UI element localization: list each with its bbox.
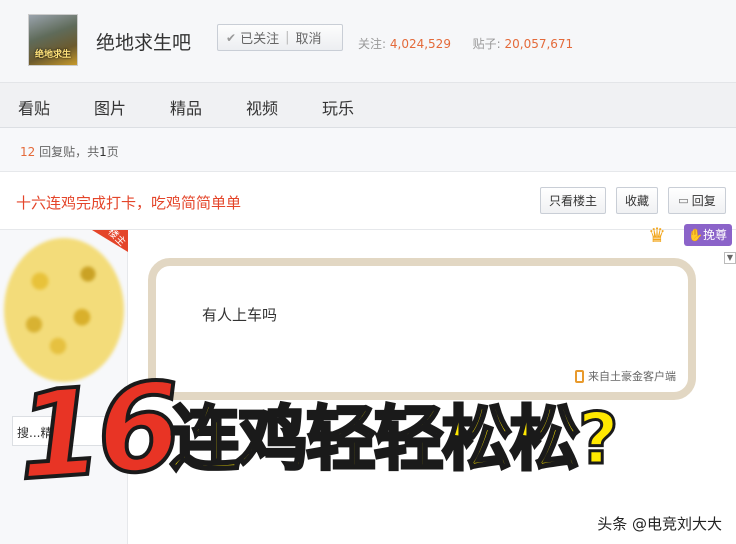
- reply-button[interactable]: ▭ 回复: [668, 187, 726, 214]
- page-count: 1: [99, 145, 107, 159]
- chevron-down-icon[interactable]: ▼: [724, 252, 736, 264]
- forum-logo-text: 绝地求生: [34, 50, 71, 61]
- follow-button[interactable]: ✔ 已关注 | 取消: [217, 24, 343, 51]
- tab-videos[interactable]: 视频: [246, 95, 278, 119]
- thread-title: 十六连鸡完成打卡，吃鸡简简单单: [16, 194, 242, 212]
- tab-fun[interactable]: 玩乐: [322, 95, 354, 119]
- vip-tag-label: 挽尊: [702, 228, 727, 242]
- fan-badge[interactable]: ♛ ✋挽尊: [648, 222, 734, 248]
- reply-button-label: 回复: [691, 194, 716, 208]
- reply-count-bar: 12 回复贴，共1页: [0, 128, 736, 172]
- thread-title-row: 十六连鸡完成打卡，吃鸡简简单单 只看楼主 收藏 ▭ 回复: [0, 172, 736, 230]
- followers-label: 关注:: [358, 37, 387, 51]
- forum-nav: 看贴 图片 精品 视频 玩乐: [0, 82, 736, 128]
- forum-header: 绝地求生 绝地求生吧 ✔ 已关注 | 取消 关注: 4,024,529 贴子: …: [0, 0, 736, 82]
- forum-name[interactable]: 绝地求生吧: [96, 28, 191, 55]
- posts-label: 贴子:: [472, 37, 501, 51]
- tab-posts[interactable]: 看贴: [18, 95, 50, 119]
- followed-label: 已关注: [240, 32, 280, 47]
- forum-stats: 关注: 4,024,529 贴子: 20,057,671: [358, 35, 573, 52]
- hand-icon: ✋: [688, 228, 703, 242]
- forum-logo[interactable]: 绝地求生: [28, 14, 78, 66]
- reply-icon: ▭: [678, 194, 689, 207]
- only-op-button[interactable]: 只看楼主: [540, 187, 606, 214]
- tab-featured[interactable]: 精品: [170, 95, 202, 119]
- page-suffix: 页: [106, 145, 119, 159]
- tab-images[interactable]: 图片: [94, 95, 126, 119]
- client-tag[interactable]: 来自土豪金客户端: [575, 368, 676, 384]
- client-tag-label: 来自土豪金客户端: [588, 370, 676, 383]
- favorite-button[interactable]: 收藏: [616, 187, 658, 214]
- user-info-box[interactable]: 搜...精: [12, 416, 110, 446]
- avatar[interactable]: [4, 238, 124, 382]
- op-badge: 楼主: [92, 230, 128, 252]
- followers-count: 4,024,529: [389, 37, 451, 51]
- user-column: 楼主 搜...精: [0, 230, 128, 544]
- watermark: 头条 @电竞刘大大: [597, 515, 722, 533]
- follow-separator: |: [285, 30, 290, 45]
- reply-count-text: 回复贴，共: [39, 145, 100, 159]
- vip-tag: ✋挽尊: [684, 224, 732, 246]
- crown-icon: ♛: [648, 223, 666, 247]
- check-icon: ✔: [226, 30, 237, 45]
- post-bubble: 有人上车吗 来自土豪金客户端: [148, 258, 696, 400]
- post-content: 有人上车吗: [202, 306, 278, 324]
- posts-count: 20,057,671: [504, 37, 574, 51]
- reply-count: 12: [20, 145, 36, 159]
- unfollow-button[interactable]: 取消: [295, 28, 321, 47]
- phone-icon: [575, 369, 584, 383]
